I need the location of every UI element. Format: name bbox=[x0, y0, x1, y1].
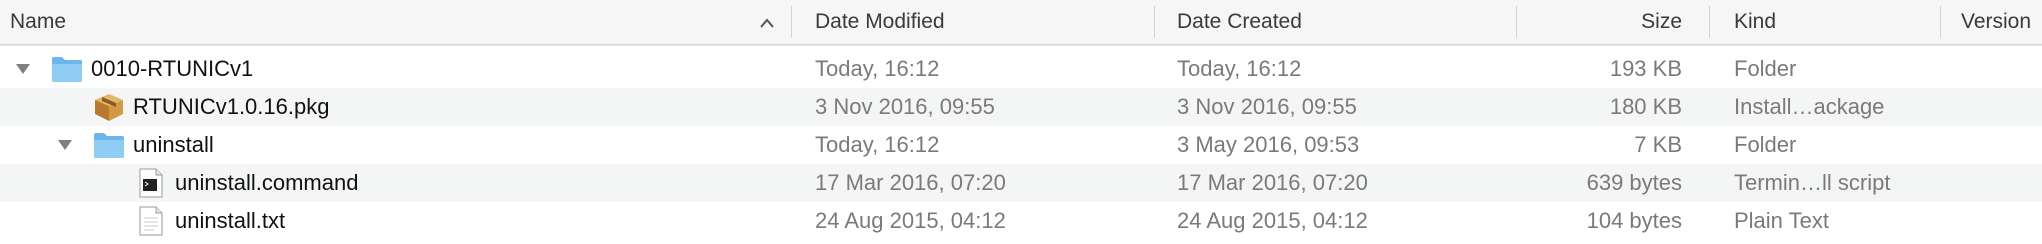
file-row[interactable]: 0010-RTUNICv1 Today, 16:12 Today, 16:12 … bbox=[0, 50, 2042, 88]
file-name: uninstall bbox=[133, 132, 214, 157]
file-size: 104 bytes bbox=[1586, 208, 1682, 233]
disclosure-triangle-expanded-icon[interactable] bbox=[53, 126, 77, 164]
column-divider[interactable] bbox=[1154, 6, 1155, 38]
file-name: uninstall.command bbox=[175, 170, 359, 195]
package-icon bbox=[93, 92, 125, 122]
date-modified: 17 Mar 2016, 07:20 bbox=[815, 170, 1006, 195]
column-divider[interactable] bbox=[1516, 6, 1517, 38]
date-modified: 24 Aug 2015, 04:12 bbox=[815, 208, 1006, 233]
terminal-script-icon bbox=[137, 168, 169, 198]
column-header-bar: Name Date Modified Date Created Size Kin… bbox=[0, 0, 2042, 45]
column-divider[interactable] bbox=[1709, 6, 1710, 38]
text-file-icon bbox=[137, 206, 169, 236]
date-created: 3 May 2016, 09:53 bbox=[1177, 132, 1360, 157]
file-kind: Termin…ll script bbox=[1734, 170, 1891, 195]
file-kind: Folder bbox=[1734, 132, 1797, 157]
column-header-kind[interactable]: Kind bbox=[1734, 0, 1934, 44]
column-header-date-created[interactable]: Date Created bbox=[1177, 0, 1507, 44]
folder-icon bbox=[93, 130, 125, 160]
file-kind: Install…ackage bbox=[1734, 94, 1885, 119]
column-header-date-modified[interactable]: Date Modified bbox=[815, 0, 1155, 44]
date-created: Today, 16:12 bbox=[1177, 56, 1302, 81]
finder-list-view: Name Date Modified Date Created Size Kin… bbox=[0, 0, 2042, 244]
file-kind: Plain Text bbox=[1734, 208, 1829, 233]
column-header-size[interactable]: Size bbox=[1530, 0, 1682, 44]
date-modified: Today, 16:12 bbox=[815, 56, 940, 81]
file-size: 7 KB bbox=[1634, 132, 1682, 157]
date-modified: Today, 16:12 bbox=[815, 132, 940, 157]
file-row[interactable]: uninstall.txt 24 Aug 2015, 04:12 24 Aug … bbox=[0, 202, 2042, 240]
column-header-version[interactable]: Version bbox=[1961, 0, 2042, 44]
date-created: 24 Aug 2015, 04:12 bbox=[1177, 208, 1368, 233]
file-row[interactable]: uninstall Today, 16:12 3 May 2016, 09:53… bbox=[0, 126, 2042, 164]
file-row[interactable]: uninstall.command 17 Mar 2016, 07:20 17 … bbox=[0, 164, 2042, 202]
date-created: 17 Mar 2016, 07:20 bbox=[1177, 170, 1368, 195]
file-kind: Folder bbox=[1734, 56, 1797, 81]
file-row[interactable]: RTUNICv1.0.16.pkg 3 Nov 2016, 09:55 3 No… bbox=[0, 88, 2042, 126]
date-modified: 3 Nov 2016, 09:55 bbox=[815, 94, 995, 119]
file-size: 193 KB bbox=[1609, 56, 1682, 81]
column-header-name[interactable]: Name bbox=[10, 0, 570, 44]
date-created: 3 Nov 2016, 09:55 bbox=[1177, 94, 1357, 119]
file-name: 0010-RTUNICv1 bbox=[91, 56, 254, 81]
file-size: 639 bytes bbox=[1586, 170, 1682, 195]
file-name: RTUNICv1.0.16.pkg bbox=[133, 94, 330, 119]
column-divider[interactable] bbox=[1940, 6, 1941, 38]
column-divider[interactable] bbox=[791, 6, 792, 38]
file-size: 180 KB bbox=[1609, 94, 1682, 119]
sort-ascending-icon bbox=[758, 0, 776, 44]
folder-icon bbox=[51, 54, 83, 84]
disclosure-triangle-expanded-icon[interactable] bbox=[11, 50, 35, 88]
file-name: uninstall.txt bbox=[175, 208, 286, 233]
